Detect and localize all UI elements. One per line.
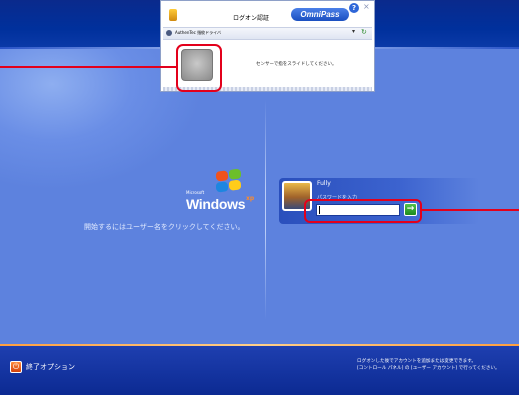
- close-icon[interactable]: ×: [363, 2, 370, 11]
- dialog-titlebar: ログオン認証 OmniPass ? ×: [161, 1, 374, 27]
- device-selector[interactable]: AuthenTec 指紋ドライバ ▾ ↻: [163, 27, 372, 40]
- windows-flag-icon: [216, 168, 242, 194]
- chevron-down-icon[interactable]: ▾: [352, 28, 355, 35]
- omnipass-brand: OmniPass: [291, 8, 349, 21]
- omnipass-key-icon: [169, 9, 177, 21]
- sensor-callout-line: [0, 66, 176, 68]
- microsoft-label: Microsoft: [186, 190, 205, 195]
- welcome-instruction: 開始するにはユーザー名をクリックしてください。: [84, 223, 245, 231]
- windows-logo: Microsoft Windows xp: [186, 168, 266, 215]
- fingerprint-device-icon: [166, 30, 172, 36]
- windows-label: Windows: [186, 196, 246, 212]
- password-callout-line: [422, 209, 519, 211]
- account-note: ログオンした後でアカウントを追加または変更できます。 [コントロール パネル] …: [357, 358, 517, 372]
- sensor-highlight: [176, 44, 222, 92]
- user-name[interactable]: Fully: [317, 180, 331, 187]
- account-note-line1: ログオンした後でアカウントを追加または変更できます。: [357, 359, 476, 364]
- dialog-title: ログオン認証: [233, 15, 270, 22]
- account-note-line2: [コントロール パネル] の [ユーザー アカウント] で行ってください。: [357, 366, 500, 371]
- help-icon[interactable]: ?: [349, 3, 359, 13]
- device-label: AuthenTec 指紋ドライバ: [175, 30, 221, 35]
- power-icon[interactable]: ⏻: [10, 361, 22, 373]
- xp-label: xp: [246, 195, 255, 202]
- sensor-message: センサーで指をスライドしてください。: [256, 62, 337, 67]
- shutdown-options-button[interactable]: 終了オプション: [26, 362, 75, 372]
- refresh-icon[interactable]: ↻: [361, 28, 367, 36]
- password-highlight: [304, 199, 422, 223]
